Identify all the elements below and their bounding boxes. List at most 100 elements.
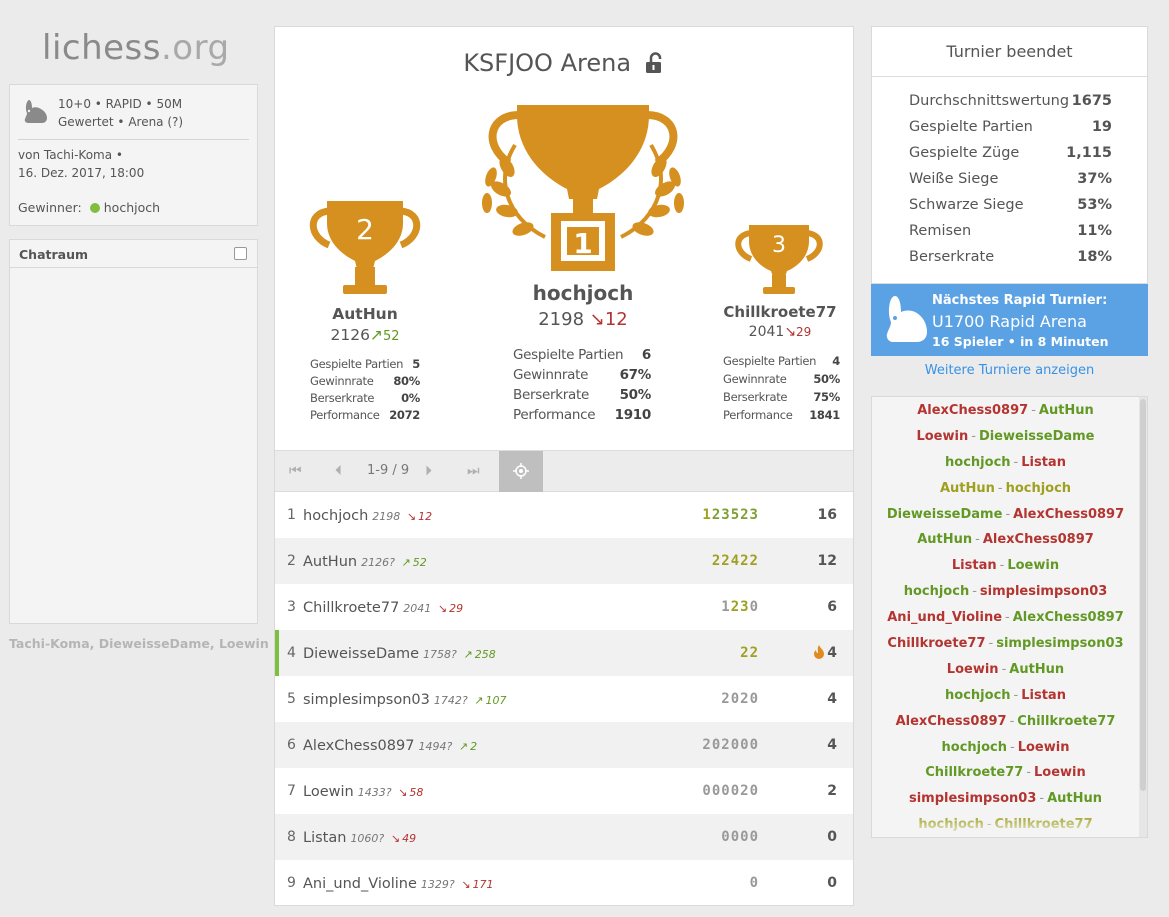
player-name[interactable]: Loewin	[303, 784, 354, 800]
pairings-container: AlexChess0897- AutHun Loewin - DieweisseDame…	[872, 397, 1147, 837]
table-row[interactable]: 6 AlexChess0897 1494? ↗ 2 202000 4	[275, 722, 853, 768]
table-row[interactable]: 9 Ani_und_Violine 1329? ↘ 171 0 0	[275, 860, 853, 906]
player-name[interactable]: simplesimpson03	[303, 692, 430, 708]
stat-row: Weiße Siege 37%	[909, 171, 1112, 187]
score-sheet: 0000	[721, 829, 759, 845]
silver-trophy-icon: 2	[309, 201, 421, 294]
pairing-item[interactable]: AutHun - AlexChess0897	[872, 526, 1147, 552]
chat-title: Chatraum	[19, 247, 89, 262]
first-page-icon[interactable]: ⏮	[289, 463, 302, 479]
prev-page-icon[interactable]: ⏴	[335, 463, 342, 479]
pairing-item[interactable]: AlexChess0897- Chillkroete77	[872, 708, 1147, 734]
tournament-date: 16. Dez. 2017, 18:00	[18, 166, 145, 180]
scrollbar-thumb[interactable]	[1140, 399, 1146, 791]
third-player-stats: Gespielte Partien 4 Gewinnrate 50% Berserk…	[723, 354, 840, 422]
watchers-list[interactable]: Tachi-Koma, DieweisseDame, Loewin	[9, 636, 269, 651]
first-player-rating: 2198	[538, 309, 585, 330]
pairing-item[interactable]: Loewin - AutHun	[872, 656, 1147, 682]
second-player-name[interactable]: AutHun	[305, 305, 425, 323]
rating-progress: 29	[449, 602, 464, 615]
pairing-item[interactable]: Loewin - DieweisseDame	[872, 423, 1147, 449]
first-player-name[interactable]: hochjoch	[483, 281, 683, 305]
third-player-name[interactable]: Chillkroete77	[719, 303, 841, 321]
rank: 4	[287, 645, 296, 661]
pairing-item[interactable]: hochjoch - Listan	[872, 449, 1147, 475]
pairing-item[interactable]: Listan - Loewin	[872, 552, 1147, 578]
total-score: 0	[827, 829, 837, 845]
player-name[interactable]: Listan	[303, 830, 346, 846]
white-player: AlexChess0897	[917, 403, 1029, 418]
table-row[interactable]: 7 Loewin 1433? ↘ 58 000020 2	[275, 768, 853, 814]
first-place-number: 1	[573, 227, 592, 260]
pairing-separator: -	[999, 558, 1005, 574]
pairing-separator: -	[971, 428, 976, 444]
standings-pager: ⏮ ⏴ 1-9 / 9 ⏵ ⏭	[275, 450, 853, 492]
player-rating: 1494?	[418, 740, 453, 753]
stats-list: Durchschnittswertung 1675 Gespielte Parti…	[909, 93, 1112, 275]
table-row[interactable]: 5 simplesimpson03 1742? ↗ 107 2020 4	[275, 676, 853, 722]
black-player: AlexChess0897	[1012, 610, 1124, 626]
pairing-item[interactable]: hochjoch - Listan	[872, 682, 1147, 708]
pairing-item[interactable]: AlexChess0897- AutHun	[872, 397, 1147, 423]
score-sheet: 0	[749, 875, 759, 891]
more-tournaments-link[interactable]: Weitere Turniere anzeigen	[871, 363, 1148, 378]
focus-me-button[interactable]	[499, 451, 543, 492]
rating-progress: 107	[485, 694, 507, 707]
rating-progress: 49	[402, 832, 417, 845]
rank: 2	[287, 553, 296, 569]
white-player: Loewin	[916, 428, 969, 444]
table-row[interactable]: 1 hochjoch 2198 ↘ 12 123523 16	[275, 492, 853, 538]
black-player: simplesimpson03	[979, 584, 1108, 600]
black-player: AlexChess0897	[982, 532, 1094, 548]
player-rating: 2041	[403, 602, 432, 615]
table-row[interactable]: 8 Listan 1060? ↘ 49 0000 0	[275, 814, 853, 860]
pairing-item[interactable]: DieweisseDame - AlexChess0897	[872, 501, 1147, 527]
pairing-item[interactable]: Chillkroete77- Loewin	[872, 759, 1147, 785]
list-fade	[872, 815, 1147, 837]
score-sheet: 202000	[702, 737, 759, 753]
fire-streak-icon	[814, 645, 825, 659]
podium-second: AutHun 2126↗52	[305, 305, 425, 344]
player-name[interactable]: DieweisseDame	[303, 646, 419, 662]
pairing-item[interactable]: Ani_und_Violine - AlexChess0897	[872, 604, 1147, 630]
rating-down-icon: ↘	[437, 602, 448, 615]
player-rating: 2198	[372, 510, 401, 523]
player-name[interactable]: Chillkroete77	[303, 600, 399, 616]
site-logo[interactable]: lichess.org	[42, 28, 230, 68]
last-page-icon[interactable]: ⏭	[467, 463, 480, 479]
pairing-item[interactable]: hochjoch - Loewin	[872, 734, 1147, 760]
winner-link[interactable]: hochjoch	[104, 200, 160, 215]
table-row[interactable]: 3 Chillkroete77 2041 ↘ 29 1230 6	[275, 584, 853, 630]
player-rating: 1742?	[433, 694, 468, 707]
player-name[interactable]: Ani_und_Violine	[303, 876, 417, 892]
white-player: DieweisseDame	[886, 506, 1003, 522]
podium-third: Chillkroete77 2041↘29	[719, 303, 841, 340]
player-name[interactable]: AutHun	[303, 554, 357, 570]
pairing-item[interactable]: AutHun - hochjoch	[872, 475, 1147, 501]
white-player: Listan	[951, 558, 997, 574]
player-name[interactable]: AlexChess0897	[303, 738, 414, 754]
black-player: Chillkroete77	[1017, 713, 1116, 729]
pairings-scrollbar[interactable]	[1139, 397, 1147, 837]
rating-down-icon: ↘	[784, 324, 797, 340]
rating-up-icon: ↗	[458, 740, 469, 753]
rank: 8	[287, 829, 296, 845]
pairing-item[interactable]: simplesimpson03- AutHun	[872, 785, 1147, 811]
pairing-item[interactable]: hochjoch - simplesimpson03	[872, 578, 1147, 604]
table-row-active[interactable]: 4 DieweisseDame 1758? ↗ 258 22 4	[275, 630, 853, 676]
pairing-item[interactable]: Chillkroete77- simplesimpson03	[872, 630, 1147, 656]
chat-toggle-checkbox[interactable]	[234, 247, 247, 260]
creator-link[interactable]: von Tachi-Koma •	[18, 146, 144, 164]
second-player-rating: 2126	[330, 326, 370, 344]
next-page-icon[interactable]: ⏵	[425, 463, 432, 479]
table-row[interactable]: 2 AutHun 2126? ↗ 52 22422 12	[275, 538, 853, 584]
bronze-trophy-icon: 3	[735, 225, 823, 294]
next-tournament-banner[interactable]: Nächstes Rapid Turnier: U1700 Rapid Aren…	[871, 284, 1148, 356]
second-player-stats: Gespielte Partien 5 Gewinnrate 80% Berserk…	[310, 357, 420, 422]
page-indicator: 1-9 / 9	[367, 463, 410, 478]
stats-title: Turnier beendet	[872, 27, 1147, 77]
winner-line: Gewinner: hochjoch	[18, 200, 160, 215]
stat-row: Berserkrate 18%	[909, 249, 1112, 265]
first-player-stats: Gespielte Partien 6 Gewinnrate 67% Berserk…	[513, 347, 651, 423]
player-name[interactable]: hochjoch	[303, 508, 368, 524]
